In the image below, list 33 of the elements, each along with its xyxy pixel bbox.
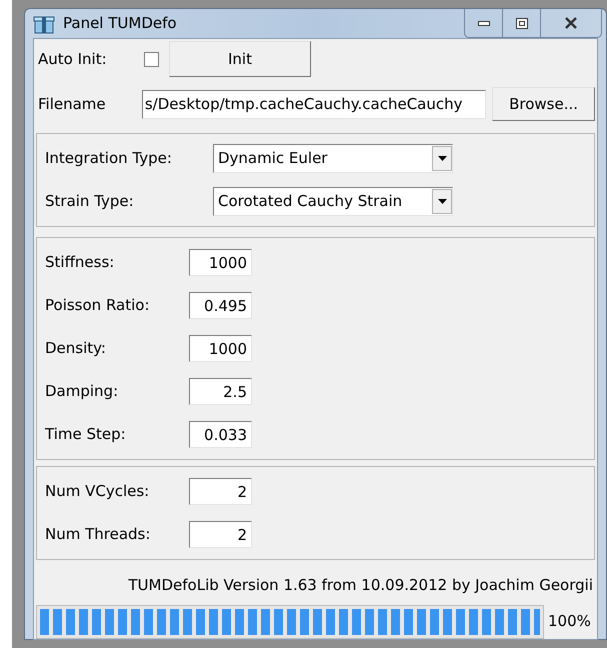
field-label: Integration Type: xyxy=(45,148,173,170)
number-field[interactable]: 0.033 xyxy=(189,421,252,448)
version-text: TUMDefoLib Version 1.63 from 10.09.2012 by Joachim Georgii xyxy=(128,575,593,596)
field-label: Damping: xyxy=(45,381,120,402)
number-field[interactable]: 1000 xyxy=(189,335,252,362)
gift-box-icon xyxy=(33,14,55,34)
field-label: Poisson Ratio: xyxy=(45,295,151,316)
browse-button[interactable]: Browse... xyxy=(492,87,596,121)
number-field[interactable]: 0.495 xyxy=(189,292,252,319)
dropdown[interactable]: Corotated Cauchy Strain xyxy=(213,187,453,216)
minimize-icon xyxy=(478,20,490,26)
number-field[interactable]: 2.5 xyxy=(189,378,252,405)
checkbox[interactable] xyxy=(144,52,159,66)
init-button[interactable]: Init xyxy=(169,41,311,77)
field-label: Num Threads: xyxy=(45,524,152,546)
progress-reading: 100% xyxy=(548,611,591,632)
dropdown-arrow-icon xyxy=(438,199,446,204)
field-label: Density: xyxy=(45,338,107,360)
field-label: Strain Type: xyxy=(45,191,135,212)
dropdown-arrow-icon xyxy=(438,156,446,161)
field-label: Stiffness: xyxy=(45,252,116,274)
number-field[interactable]: 2 xyxy=(189,521,252,548)
close-icon xyxy=(564,17,578,29)
maximize-icon xyxy=(516,18,528,28)
dropdown[interactable]: Dynamic Euler xyxy=(213,144,453,173)
field-label: Filename xyxy=(38,94,107,115)
field-label: Time Step: xyxy=(45,424,127,446)
field-label: Num VCycles: xyxy=(45,481,150,502)
window-title: Panel TUMDefo xyxy=(63,13,177,34)
number-field[interactable]: 1000 xyxy=(189,249,252,276)
field-label: Auto Init: xyxy=(38,48,108,70)
filename-field[interactable]: s/Desktop/tmp.cacheCauchy.cacheCauchy xyxy=(142,90,486,118)
number-field[interactable]: 2 xyxy=(189,478,252,505)
